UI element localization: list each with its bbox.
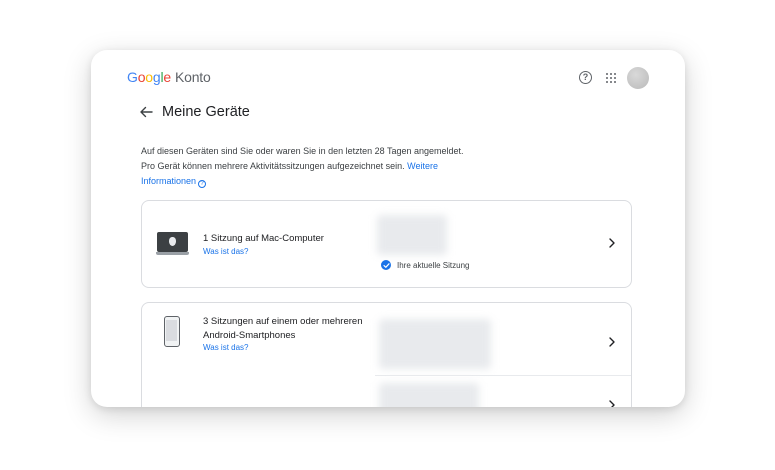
screenshot-stage: Google Konto ? Meine Geräte Auf diesen G… [0, 0, 775, 470]
laptop-base [156, 252, 189, 255]
device-title: 1 Sitzung auf Mac-Computer [203, 233, 324, 244]
page-description: Auf diesen Geräten sind Sie oder waren S… [141, 144, 471, 189]
apps-dot [614, 73, 616, 75]
apps-dot [606, 81, 608, 83]
google-account-logo[interactable]: Google Konto [127, 69, 211, 85]
logo-letter-g2: g [152, 69, 161, 85]
redacted-session-info [377, 215, 447, 255]
help-circle-icon[interactable]: ? [579, 71, 592, 84]
apps-dot [610, 77, 612, 79]
chevron-right-icon[interactable] [608, 337, 616, 347]
logo-letter-o2: o [145, 69, 153, 85]
avatar[interactable] [627, 67, 649, 89]
device-card-android[interactable]: 3 Sitzungen auf einem oder mehreren Andr… [141, 302, 632, 407]
device-title: 3 Sitzungen auf einem oder mehreren Andr… [203, 316, 363, 341]
what-is-this-link[interactable]: Was ist das? [203, 247, 249, 256]
logo-letter-g: G [127, 69, 138, 85]
session-divider [375, 375, 631, 376]
redacted-session-info [379, 383, 479, 407]
account-window: Google Konto ? Meine Geräte Auf diesen G… [91, 50, 685, 407]
chevron-right-icon[interactable] [608, 238, 616, 248]
apps-dot [610, 81, 612, 83]
smartphone-icon [164, 316, 180, 347]
check-circle-icon [381, 260, 391, 270]
device-card-mac[interactable]: 1 Sitzung auf Mac-Computer Was ist das? … [141, 200, 632, 288]
redacted-session-info [379, 319, 491, 369]
page-title: Meine Geräte [162, 104, 250, 120]
current-session-status: Ihre aktuelle Sitzung [381, 260, 470, 270]
apps-dot [606, 77, 608, 79]
apps-dot [606, 73, 608, 75]
apps-grid-icon[interactable] [606, 73, 616, 83]
apps-dot [614, 77, 616, 79]
arrow-back-icon[interactable] [139, 105, 153, 119]
chevron-right-icon[interactable] [608, 400, 616, 407]
apple-logo-icon [169, 237, 176, 246]
logo-letter-e: e [163, 69, 171, 85]
current-session-label: Ihre aktuelle Sitzung [397, 260, 470, 270]
laptop-screen [157, 232, 188, 252]
what-is-this-link[interactable]: Was ist das? [203, 343, 249, 352]
apps-dot [614, 81, 616, 83]
laptop-icon [156, 232, 189, 256]
apps-dot [610, 73, 612, 75]
smartphone-screen [166, 320, 177, 341]
logo-letter-o1: o [137, 69, 146, 85]
product-name: Konto [175, 69, 211, 85]
info-circle-icon[interactable]: ? [198, 180, 207, 188]
